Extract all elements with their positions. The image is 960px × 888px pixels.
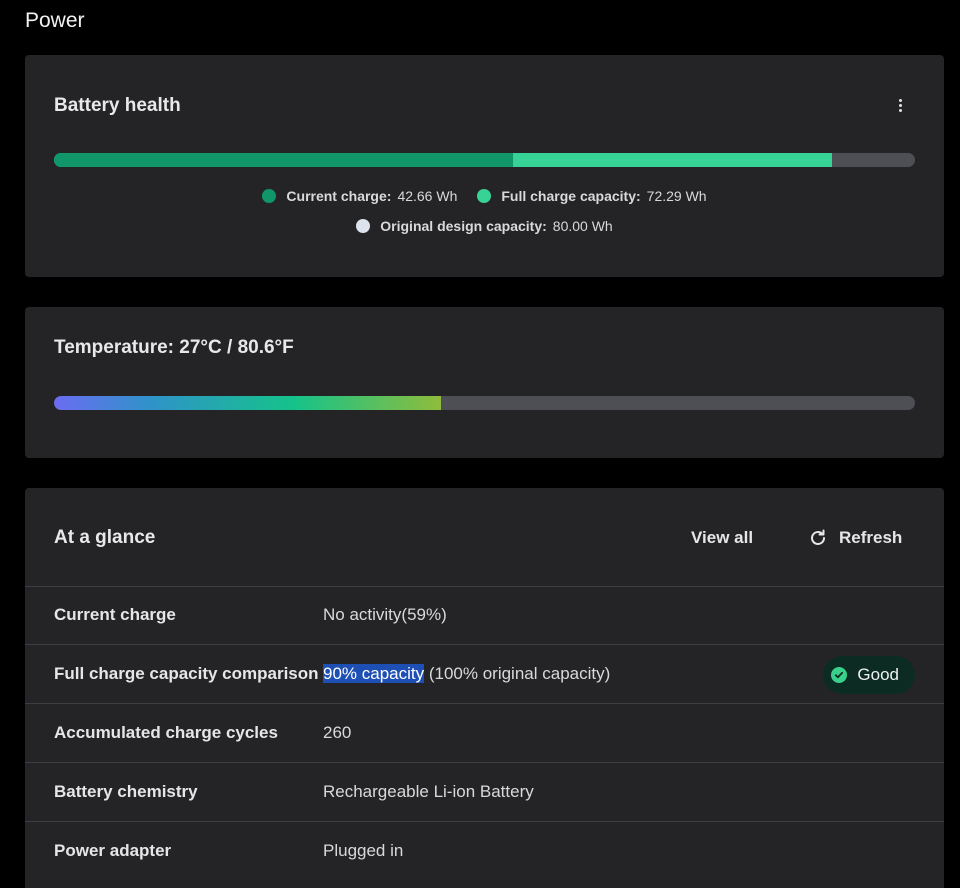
legend-design-capacity: Original design capacity: 80.00 Wh bbox=[356, 218, 613, 234]
capacity-percent-selected[interactable]: 90% capacity bbox=[323, 664, 425, 683]
temperature-level-segment bbox=[54, 396, 442, 410]
row-power-adapter: Power adapter Plugged in bbox=[54, 841, 404, 860]
battery-legend: Current charge: 42.66 Wh Full charge cap… bbox=[25, 188, 944, 204]
full-charge-dot bbox=[477, 189, 492, 203]
legend-current-charge: Current charge: 42.66 Wh bbox=[262, 188, 457, 204]
more-vertical-icon bbox=[898, 98, 902, 102]
design-capacity-dot bbox=[356, 219, 371, 233]
battery-capacity-bar bbox=[54, 153, 915, 167]
battery-health-title: Battery health bbox=[54, 95, 181, 116]
battery-legend-design: Original design capacity: 80.00 Wh bbox=[25, 218, 944, 234]
row-current-charge: Current charge No activity(59%) bbox=[25, 586, 944, 645]
more-options-button[interactable] bbox=[890, 93, 910, 117]
at-a-glance-title: At a glance bbox=[54, 527, 156, 548]
view-all-button[interactable]: View all bbox=[691, 528, 753, 548]
refresh-button[interactable]: Refresh bbox=[808, 528, 902, 548]
current-charge-value: 42.66 Wh bbox=[397, 188, 458, 204]
at-a-glance-card: At a glance View all Refresh Current cha… bbox=[25, 488, 944, 888]
original-capacity-text: (100% original capacity) bbox=[424, 664, 611, 683]
design-capacity-value: 80.00 Wh bbox=[552, 218, 613, 234]
status-badge-label: Good bbox=[857, 665, 899, 684]
temperature-card: Temperature: 27°C / 80.6°F bbox=[25, 307, 944, 458]
refresh-label: Refresh bbox=[839, 528, 903, 547]
refresh-icon bbox=[811, 529, 825, 545]
legend-full-charge-capacity: Full charge capacity: 72.29 Wh bbox=[477, 188, 707, 204]
row-charge-cycles: Accumulated charge cycles 260 bbox=[25, 704, 944, 763]
temperature-title: Temperature: 27°C / 80.6°F bbox=[54, 337, 294, 358]
row-battery-chemistry: Battery chemistry Rechargeable Li-ion Ba… bbox=[25, 763, 944, 822]
at-a-glance-header: At a glance View all Refresh bbox=[25, 488, 944, 587]
page-title: Power bbox=[25, 9, 85, 32]
status-badge: Good bbox=[823, 656, 915, 694]
current-charge-dot bbox=[262, 189, 277, 203]
temperature-bar bbox=[54, 396, 915, 410]
row-full-charge-capacity: Full charge capacity comparison 90% capa… bbox=[25, 645, 944, 704]
check-circle-icon bbox=[831, 667, 848, 683]
full-charge-value: 72.29 Wh bbox=[646, 188, 707, 204]
battery-health-card: Battery health Current charge: 42.66 Wh … bbox=[25, 55, 944, 277]
current-charge-segment bbox=[54, 153, 514, 167]
